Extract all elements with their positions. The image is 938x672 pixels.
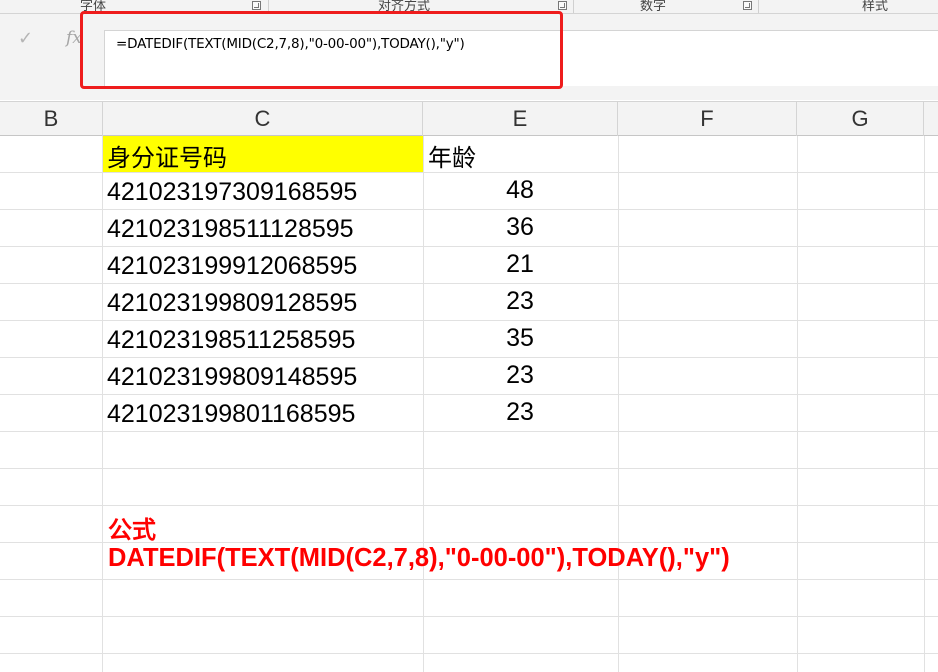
grid-line [618,136,619,672]
id-cell[interactable]: 421023199801168595 [107,400,355,429]
column-header-f[interactable]: F [618,102,797,136]
column-header-row: B C E F G [0,101,938,136]
grid-line [423,136,424,672]
ribbon-group-number-label: 数字 [640,0,667,14]
age-cell[interactable]: 23 [490,287,550,316]
column-header-b[interactable]: B [0,102,103,136]
check-icon[interactable]: ✓ [18,28,33,49]
grid-line [102,136,103,672]
grid-line [0,283,938,284]
column-header-c[interactable]: C [103,102,423,136]
grid-line [0,431,938,432]
grid-line [924,136,925,672]
grid-line [0,209,938,210]
grid-line [0,653,938,654]
formula-highlight-box [80,11,563,89]
header-id-label[interactable]: 身分证号码 [107,138,227,173]
alignment-dialog-launcher-icon[interactable] [558,1,567,10]
formula-note-text[interactable]: DATEDIF(TEXT(MID(C2,7,8),"0-00-00"),TODA… [108,544,730,573]
ribbon-group-styles-label: 样式 [862,0,889,14]
grid-line [0,579,938,580]
grid-line [0,394,938,395]
id-cell[interactable]: 421023198511128595 [107,215,354,244]
age-cell[interactable]: 35 [490,324,550,353]
header-age-label[interactable]: 年龄 [428,138,476,173]
id-cell[interactable]: 421023198511258595 [107,326,355,355]
column-header-partial[interactable] [924,102,938,136]
formula-note-title[interactable]: 公式 [108,510,156,545]
age-cell[interactable]: 23 [490,361,550,390]
grid-line [797,136,798,672]
grid-line [0,357,938,358]
ribbon-separator [758,0,759,13]
grid-line [0,320,938,321]
id-cell[interactable]: 421023199809148595 [107,363,357,392]
grid-line [0,505,938,506]
number-dialog-launcher-icon[interactable] [743,1,752,10]
grid-line [0,246,938,247]
ribbon-separator [573,0,574,13]
column-header-g[interactable]: G [797,102,924,136]
cell-grid[interactable]: 身分证号码 年龄 421023197309168595 48 421023198… [0,136,938,672]
column-header-e[interactable]: E [423,102,618,136]
font-dialog-launcher-icon[interactable] [252,1,261,10]
grid-line [0,616,938,617]
age-cell[interactable]: 48 [490,176,550,205]
age-cell[interactable]: 36 [490,213,550,242]
grid-line [0,468,938,469]
id-cell[interactable]: 421023199912068595 [107,252,357,281]
age-cell[interactable]: 21 [490,250,550,279]
age-cell[interactable]: 23 [490,398,550,427]
id-cell[interactable]: 421023197309168595 [107,178,357,207]
id-cell[interactable]: 421023199809128595 [107,289,357,318]
